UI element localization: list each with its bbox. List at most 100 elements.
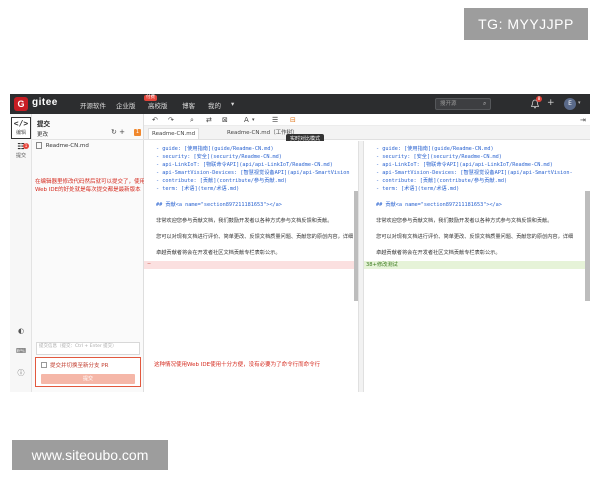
code-line[interactable]: 您可以对现有文档进行评价、简单更改、反馈文档质量问题、贡献您的原创内容，详细 — [144, 233, 358, 241]
new-branch-pr-checkbox[interactable] — [41, 362, 47, 368]
editor-tabs: Readme-CN.md Readme-CN.md（工作树） — [144, 126, 590, 140]
changed-file-row[interactable]: Readme-CN.md — [36, 142, 142, 151]
commit-button[interactable]: 提交 — [41, 374, 135, 384]
watermark-top: TG: MYYJJPP — [464, 8, 588, 40]
nav-mine-chevron-down-icon[interactable]: ▾ — [231, 100, 234, 108]
code-line[interactable] — [364, 193, 590, 201]
stage-all-plus-icon[interactable]: + — [119, 128, 125, 136]
avatar[interactable]: E — [564, 98, 576, 110]
editor-toolbar: ↶ ↷ ⌕ ⇄ ⊠ A ▾ ☰ ⊟ ⇥ — [144, 114, 590, 126]
code-line[interactable]: - contribute: [贡献](contribute/参与贡献.md) — [364, 177, 590, 185]
diff-pane-modified[interactable]: - guide: [使用指南](guide/Readme-CN.md) - sec… — [364, 141, 590, 392]
code-line-text: - api-SmartVision-Devices: [智慧视觉设备API](a… — [156, 170, 350, 176]
code-line[interactable]: 卓越贡献者将会在开发者社区文档贡献专栏表彰公示。 — [144, 249, 358, 257]
search-input[interactable]: 搜开源 ⌕ — [435, 98, 491, 110]
tab-readme-cn[interactable]: Readme-CN.md — [148, 128, 200, 139]
code-line[interactable] — [144, 209, 358, 217]
panel-tools: ↻ + — [111, 128, 125, 136]
nav-open-source[interactable]: 开源软件 — [80, 100, 106, 110]
notification-count-badge: 8 — [536, 96, 542, 102]
code-line-text: 非常欢迎您参与贡献文档，我们鼓励开发者以各种方式参与文档反馈和贡献。 — [156, 218, 333, 224]
code-line[interactable] — [144, 193, 358, 201]
commit-message-input[interactable]: 提交信息（提交：Ctrl + Enter 提交） — [36, 342, 140, 355]
code-line-text: 您可以对现有文档进行评价、简单更改、反馈文档质量问题、贡献您的原创内容，详细 — [156, 234, 354, 240]
code-line[interactable] — [144, 225, 358, 233]
changed-file-name: Readme-CN.md — [45, 143, 89, 149]
code-line[interactable]: - api-LinkIoT: [物联命令API](api/api-LinkIoT… — [364, 161, 590, 169]
gitee-logo-icon[interactable]: G — [14, 97, 28, 111]
code-line-text: 卓越贡献者将会在开发者社区文档贡献专栏表彰公示。 — [376, 250, 501, 256]
nav-university[interactable]: 高校版 — [148, 100, 168, 110]
brand-name[interactable]: gitee — [32, 97, 58, 108]
code-line[interactable]: ## 贡献<a name="section897211181653"></a> — [364, 201, 590, 209]
commit-action-group: 提交并切换至新分支 PR 提交 — [35, 357, 141, 387]
code-line-text: - term: [术语](term/术语.md) — [376, 186, 460, 192]
diff-icon[interactable]: ⊠ — [222, 115, 228, 125]
refresh-icon[interactable]: ↻ — [111, 128, 117, 136]
find-icon[interactable]: ⌕ — [190, 115, 194, 125]
code-line[interactable]: - guide: [使用指南](guide/Readme-CN.md) — [144, 145, 358, 153]
code-line-text: - security: [安全](security/Readme-CN.md) — [156, 154, 282, 160]
replace-icon[interactable]: ⇄ — [206, 115, 212, 125]
code-line[interactable]: - security: [安全](security/Readme-CN.md) — [144, 153, 358, 161]
code-line[interactable] — [364, 209, 590, 217]
diff-pane-original[interactable]: - guide: [使用指南](guide/Readme-CN.md) - sec… — [144, 141, 358, 392]
redo-icon[interactable]: ↷ — [168, 115, 174, 125]
code-line[interactable]: - api-LinkIoT: [物联命令API](api/api-LinkIoT… — [144, 161, 358, 169]
code-line-text: - guide: [使用指南](guide/Readme-CN.md) — [376, 146, 494, 152]
code-line[interactable]: 卓越贡献者将会在开发者社区文档贡献专栏表彰公示。 — [364, 249, 590, 257]
code-line[interactable]: - guide: [使用指南](guide/Readme-CN.md) — [364, 145, 590, 153]
panel-divider — [32, 139, 144, 140]
changes-label: 更改 — [37, 132, 49, 138]
nav-blog[interactable]: 博客 — [182, 100, 195, 110]
search-icon[interactable]: ⌕ — [483, 99, 486, 109]
list-icon[interactable]: ☰ — [272, 115, 278, 125]
compare-mode-icon[interactable]: ⊟ — [290, 115, 296, 125]
code-line[interactable] — [364, 241, 590, 249]
code-line[interactable]: - term: [术语](term/术语.md) — [364, 185, 590, 193]
code-line-text: ## 贡献<a name="section897211181653"></a> — [156, 202, 282, 208]
activity-edit-label: 编辑 — [15, 130, 26, 136]
info-icon[interactable]: ⓘ — [16, 368, 26, 378]
code-line-text: - api-SmartVision-Devices: [智慧视觉设备API](a… — [376, 170, 573, 176]
create-plus-icon[interactable]: + — [547, 98, 555, 108]
code-line[interactable]: - term: [术语](term/术语.md) — [144, 185, 358, 193]
code-icon: </> — [13, 119, 29, 128]
code-line[interactable] — [144, 241, 358, 249]
changes-count-badge: 1 — [134, 129, 141, 136]
font-chevron-down-icon[interactable]: ▾ — [252, 115, 255, 125]
font-icon[interactable]: A — [244, 115, 249, 125]
added-line-text: 38+修改测试 — [366, 262, 398, 268]
code-line[interactable]: ## 贡献<a name="section897211181653"></a> — [144, 201, 358, 209]
code-line[interactable]: - api-SmartVision-Devices: [智慧视觉设备API](a… — [364, 169, 590, 177]
avatar-chevron-down-icon[interactable]: ▾ — [578, 100, 581, 106]
code-line[interactable]: 非常欢迎您参与贡献文档，我们鼓励开发者以各种方式参与文档反馈和贡献。 — [364, 217, 590, 225]
code-line-text: - security: [安全](security/Readme-CN.md) — [376, 154, 502, 160]
code-line[interactable]: 您可以对现有文档进行评价、简单更改、反馈文档质量问题、贡献您的原创内容，详细 — [364, 233, 590, 241]
code-line[interactable] — [364, 225, 590, 233]
deleted-line: – — [144, 261, 358, 269]
right-pane-scrollbar[interactable] — [585, 191, 590, 301]
code-line[interactable]: - contribute: [贡献](contribute/参与贡献.md) — [144, 177, 358, 185]
code-line[interactable]: - api-SmartVision-Devices: [智慧视觉设备API](a… — [144, 169, 358, 177]
keyboard-icon[interactable]: ⌨ — [16, 346, 26, 356]
nav-enterprise[interactable]: 企业版 — [116, 100, 136, 110]
expand-icon[interactable]: ⇥ — [580, 115, 586, 125]
commit-panel-title: 提交 — [37, 120, 50, 128]
code-line[interactable]: 非常欢迎您参与贡献文档，我们鼓励开发者以各种方式参与文档反馈和贡献。 — [144, 217, 358, 225]
annotation-webide-tip: 这种情况使用Web IDE使用十分方便，没有必要为了命令行而命令行 — [154, 362, 321, 368]
code-line-text: - contribute: [贡献](contribute/参与贡献.md) — [376, 178, 508, 184]
code-line[interactable]: - security: [安全](security/Readme-CN.md) — [364, 153, 590, 161]
file-icon — [36, 142, 42, 149]
palette-icon[interactable]: ◐ — [16, 326, 26, 336]
nav-mine[interactable]: 我的 — [208, 100, 221, 110]
activity-edit[interactable]: </> 编辑 — [11, 117, 31, 139]
activity-commit[interactable]: ☷ 提交 1 — [11, 141, 31, 163]
undo-icon[interactable]: ↶ — [152, 115, 158, 125]
